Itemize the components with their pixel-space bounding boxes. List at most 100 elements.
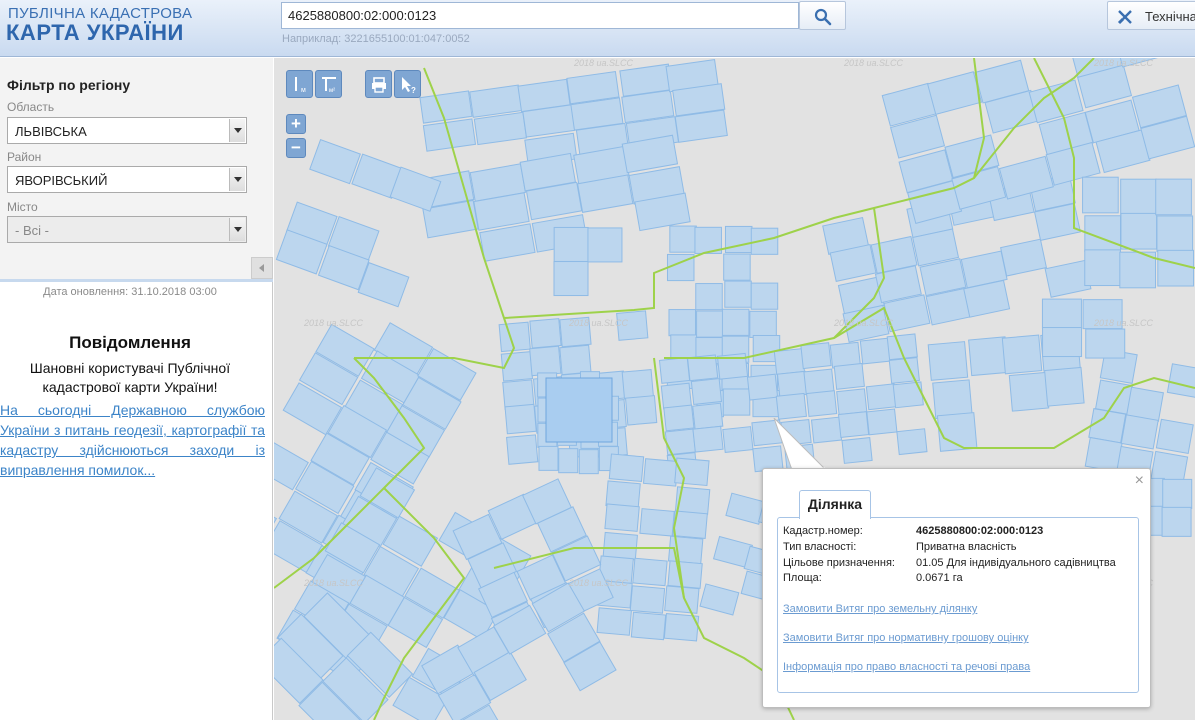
land-parcel[interactable] [699, 583, 740, 616]
city-select[interactable]: - Всі - [7, 216, 247, 243]
land-parcel[interactable] [500, 351, 534, 382]
land-parcel[interactable] [749, 310, 777, 338]
land-parcel[interactable] [1120, 212, 1158, 250]
order-extract-link[interactable]: Замовити Витяг про земельну ділянку [783, 603, 977, 615]
land-parcel[interactable] [692, 425, 724, 453]
land-parcel[interactable] [1082, 176, 1119, 214]
land-parcel[interactable] [696, 310, 724, 338]
parcel-cluster[interactable] [275, 138, 443, 308]
land-parcel[interactable] [724, 225, 753, 254]
land-parcel[interactable] [469, 84, 523, 118]
land-parcel[interactable] [1044, 259, 1092, 298]
notice-link[interactable]: На сьогодні Державною службою України з … [0, 400, 265, 480]
land-parcel[interactable] [722, 388, 751, 416]
parcel-cluster[interactable] [553, 226, 623, 297]
land-parcel[interactable] [800, 342, 832, 370]
land-parcel[interactable] [724, 280, 752, 308]
land-parcel[interactable] [587, 227, 623, 263]
map-watermark[interactable]: 2018 ua.SLCC [303, 318, 364, 328]
land-parcel[interactable] [695, 283, 723, 311]
land-parcel[interactable] [1042, 327, 1083, 358]
land-parcel[interactable] [559, 344, 592, 376]
land-parcel[interactable] [692, 402, 724, 430]
land-parcel[interactable] [721, 308, 750, 336]
land-parcel[interactable] [604, 503, 640, 532]
land-parcel[interactable] [1000, 238, 1048, 277]
land-parcel[interactable] [621, 369, 654, 400]
map-watermark[interactable]: 2018 ua.SLCC [1093, 318, 1154, 328]
land-parcel[interactable] [1161, 506, 1192, 537]
map-watermark[interactable]: 2018 ua.SLCC [833, 318, 894, 328]
land-parcel[interactable] [529, 318, 562, 349]
land-parcel[interactable] [1166, 363, 1195, 399]
land-parcel[interactable] [479, 223, 536, 262]
parcel-cluster[interactable] [419, 58, 728, 179]
land-parcel[interactable] [865, 383, 898, 411]
land-parcel[interactable] [837, 411, 870, 438]
zoom-out-button[interactable]: − [286, 138, 306, 158]
land-parcel[interactable] [723, 253, 751, 281]
land-parcel[interactable] [1008, 371, 1050, 412]
land-parcel[interactable] [746, 373, 779, 401]
land-parcel[interactable] [1095, 379, 1134, 415]
land-parcel[interactable] [1044, 366, 1085, 407]
print-button[interactable] [365, 70, 392, 98]
land-parcel[interactable] [578, 449, 599, 475]
land-parcel[interactable] [1084, 436, 1123, 473]
land-parcel[interactable] [667, 560, 703, 589]
map-watermark[interactable]: 2018 ua.SLCC [568, 318, 629, 328]
land-parcel[interactable] [927, 341, 969, 381]
land-parcel[interactable] [859, 337, 892, 365]
land-parcel[interactable] [672, 510, 708, 539]
measure-line-button[interactable]: м [286, 70, 313, 98]
land-parcel[interactable] [1041, 298, 1082, 329]
land-parcel[interactable] [806, 390, 838, 418]
land-parcel[interactable] [750, 282, 779, 310]
parcel-cluster[interactable] [1082, 176, 1194, 289]
selected-parcel-area[interactable] [545, 377, 613, 443]
cadastral-search-input[interactable] [281, 2, 799, 29]
parcel-cluster[interactable] [1083, 348, 1195, 487]
land-parcel[interactable] [608, 453, 645, 482]
map-watermark[interactable]: 2018 ua.SLCC [573, 58, 634, 68]
land-parcel[interactable] [538, 445, 559, 471]
land-parcel[interactable] [669, 225, 697, 253]
land-parcel[interactable] [1156, 215, 1194, 253]
land-parcel[interactable] [833, 362, 865, 390]
measure-area-button[interactable]: м² [315, 70, 342, 98]
land-parcel[interactable] [630, 611, 667, 641]
land-parcel[interactable] [629, 585, 666, 614]
land-parcel[interactable] [1155, 178, 1192, 216]
land-parcel[interactable] [1001, 334, 1043, 375]
land-parcel[interactable] [927, 71, 983, 116]
chevron-down-icon[interactable] [229, 168, 245, 191]
zoom-in-button[interactable]: + [286, 114, 306, 134]
land-parcel[interactable] [642, 458, 679, 487]
tab-parcel[interactable]: Ділянка [799, 490, 871, 519]
land-parcel[interactable] [836, 388, 868, 416]
raion-select[interactable]: ЯВОРІВСЬКИЙ [7, 166, 247, 193]
land-parcel[interactable] [1120, 178, 1157, 216]
land-parcel[interactable] [506, 434, 539, 465]
land-parcel[interactable] [558, 448, 579, 474]
land-parcel[interactable] [639, 508, 675, 537]
land-parcel[interactable] [309, 138, 361, 185]
oblast-select[interactable]: ЛЬВІВСЬКА [7, 117, 247, 144]
land-parcel[interactable] [722, 426, 754, 453]
land-parcel[interactable] [553, 226, 589, 262]
identify-button[interactable]: ? [394, 70, 421, 98]
map-watermark[interactable]: 2018 ua.SLCC [568, 578, 629, 588]
land-parcel[interactable] [473, 111, 527, 146]
ownership-info-link[interactable]: Інформація про право власності та речові… [783, 661, 1030, 673]
land-parcel[interactable] [1120, 414, 1159, 450]
land-parcel[interactable] [663, 404, 695, 432]
land-parcel[interactable] [529, 345, 562, 377]
land-parcel[interactable] [1085, 328, 1126, 359]
logo-title-bottom[interactable]: КАРТА УКРАЇНИ [6, 20, 184, 46]
land-parcel[interactable] [602, 531, 638, 561]
technical-button[interactable]: Технічна [1107, 1, 1195, 30]
land-parcel[interactable] [624, 395, 658, 426]
land-parcel[interactable] [690, 378, 723, 405]
land-parcel[interactable] [1157, 249, 1194, 287]
map-watermark[interactable]: 2018 ua.SLCC [843, 58, 904, 68]
